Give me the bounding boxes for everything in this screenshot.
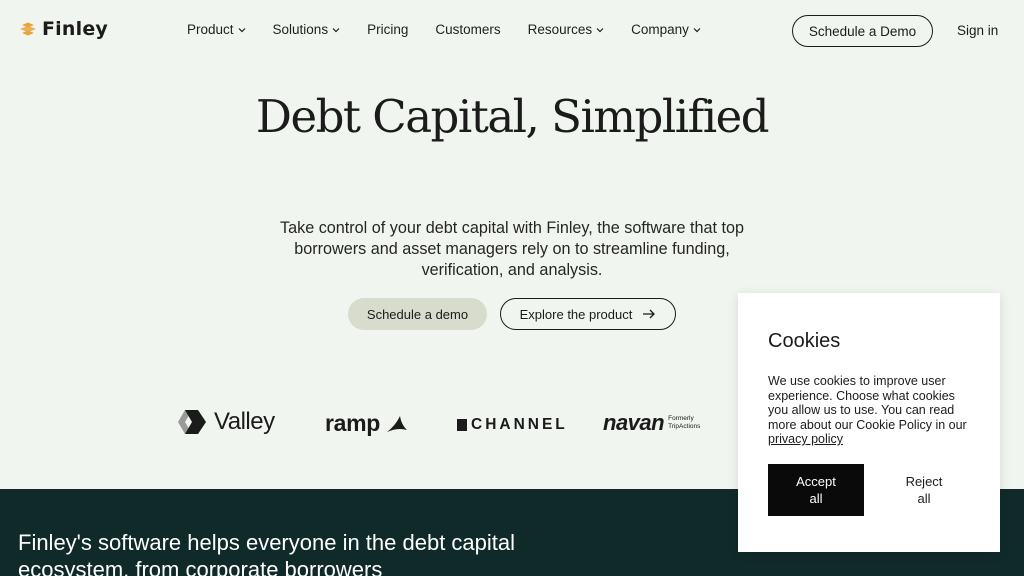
hero-title: Debt Capital, Simplified [255, 90, 770, 143]
nav-item-label: Resources [527, 22, 593, 37]
navan-logo-note: Formerly TripActions [668, 415, 700, 431]
navan-logo-text: navan [603, 410, 665, 435]
navan-note-line2: TripActions [668, 423, 701, 430]
chevron-down-icon [693, 27, 701, 32]
valley-logo-text: Valley [214, 408, 275, 435]
chevron-down-icon [596, 27, 604, 32]
finley-logo-icon [20, 22, 36, 36]
nav-item-label: Solutions [272, 22, 329, 37]
chevron-down-icon [332, 27, 340, 32]
cookie-dialog: Cookies We use cookies to improve user e… [738, 293, 1000, 552]
hero-subtitle: Take control of your debt capital with F… [280, 219, 744, 279]
nav-item-label: Pricing [367, 22, 409, 37]
navan-logo: navan Formerly TripActions [603, 410, 700, 436]
chevron-down-icon [238, 27, 245, 32]
reject-label: Reject all [906, 473, 943, 507]
cookie-title: Cookies [768, 330, 841, 352]
ramp-logo: ramp [325, 410, 408, 437]
valley-logo-icon [178, 410, 206, 434]
schedule-demo-button[interactable]: Schedule a demo [348, 298, 487, 330]
ecosystem-text: Finley's software helps everyone in the … [18, 530, 516, 576]
reject-label-line1: Reject [905, 474, 943, 489]
nav-item-label: Company [631, 22, 689, 37]
cookie-body-text: We use cookies to improve user experienc… [768, 374, 967, 432]
channel-logo: CHANNEL [457, 416, 568, 434]
nav-item-solutions[interactable]: Solutions [273, 22, 341, 37]
ramp-logo-icon [387, 415, 408, 432]
nav-item-company[interactable]: Company [631, 22, 701, 37]
nav-item-resources[interactable]: Resources [528, 22, 605, 37]
logo-text: Finley [42, 18, 109, 40]
reject-label-line2: all [917, 491, 931, 506]
valley-logo: Valley [178, 408, 275, 436]
navan-note-line1: Formerly [668, 415, 694, 422]
accept-label: Accept all [796, 473, 836, 507]
finley-logo[interactable]: Finley [20, 18, 108, 40]
main-nav: Product Solutions Pricing Customers Reso… [187, 22, 728, 37]
explore-product-button[interactable]: Explore the product [500, 298, 676, 330]
privacy-policy-link[interactable]: privacy policy [768, 432, 843, 446]
accept-all-cookies-button[interactable]: Accept all [768, 464, 864, 516]
nav-item-pricing[interactable]: Pricing [367, 22, 408, 37]
reject-all-cookies-button[interactable]: Reject all [876, 464, 972, 516]
site-header: Finley Product Solutions Pricing Custome… [0, 0, 1024, 62]
cookie-body: We use cookies to improve user experienc… [768, 374, 973, 447]
schedule-demo-header-button[interactable]: Schedule a Demo [792, 15, 933, 47]
nav-item-product[interactable]: Product [187, 22, 246, 37]
nav-item-label: Product [187, 22, 234, 37]
arrow-right-icon [643, 309, 656, 319]
channel-logo-icon [457, 419, 467, 431]
explore-product-label: Explore the product [519, 306, 633, 322]
nav-item-customers[interactable]: Customers [435, 22, 500, 37]
sign-in-link[interactable]: Sign in [957, 23, 998, 38]
channel-logo-text: CHANNEL [471, 416, 568, 433]
accept-label-line2: all [809, 491, 823, 506]
nav-item-label: Customers [435, 22, 501, 37]
ramp-logo-text: ramp [325, 410, 381, 436]
accept-label-line1: Accept [796, 474, 836, 489]
